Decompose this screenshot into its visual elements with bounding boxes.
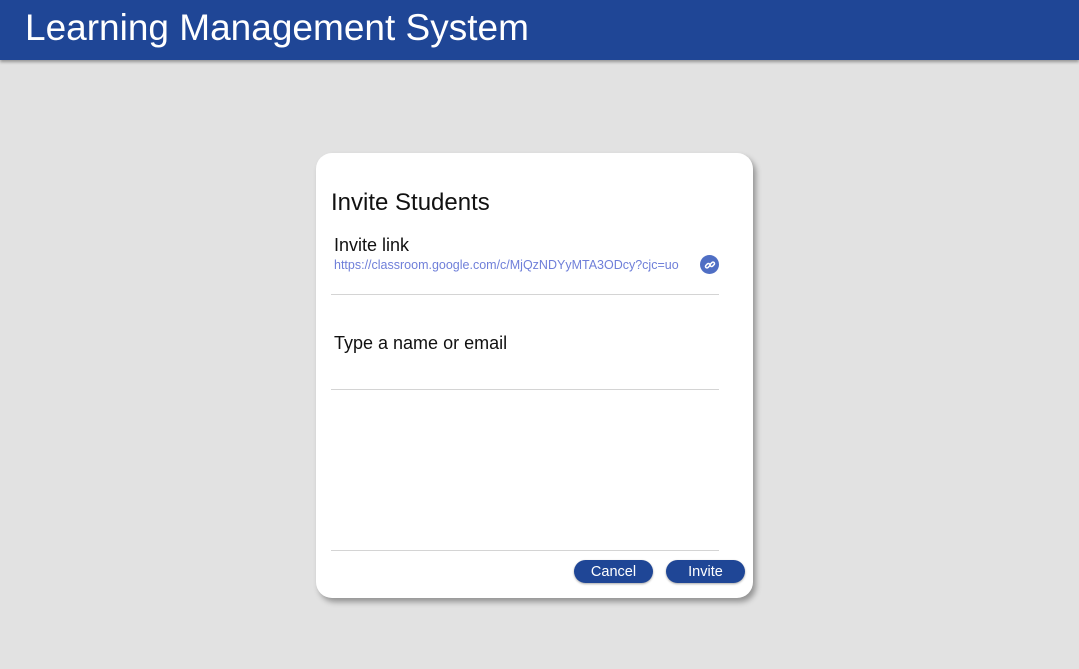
app-header: Learning Management System — [0, 0, 1079, 60]
invite-link-url[interactable]: https://classroom.google.com/c/MjQzNDYyM… — [334, 257, 690, 273]
divider — [331, 550, 719, 551]
name-or-email-input[interactable] — [331, 328, 719, 358]
cancel-button[interactable]: Cancel — [574, 560, 653, 583]
divider — [331, 294, 719, 295]
app-title: Learning Management System — [25, 7, 529, 48]
invite-link-label: Invite link — [334, 235, 410, 255]
invite-students-dialog: Invite Students Invite link https://clas… — [316, 153, 753, 598]
link-icon — [704, 260, 715, 269]
dialog-title: Invite Students — [331, 189, 490, 216]
copy-link-button[interactable] — [700, 255, 719, 274]
invite-button[interactable]: Invite — [666, 560, 745, 583]
divider — [331, 389, 719, 390]
